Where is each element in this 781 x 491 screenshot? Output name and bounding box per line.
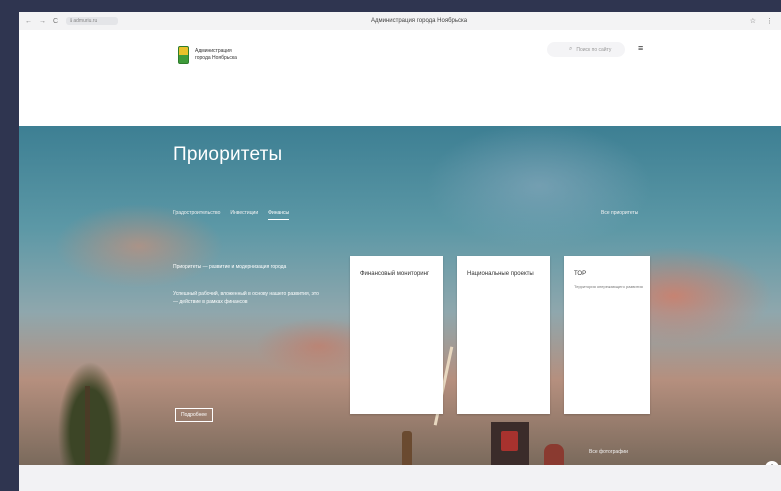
priorities-hero: Приоритеты Градостроительство Инвестиции… [19, 126, 781, 465]
tree-trunk [85, 386, 90, 465]
site-logo[interactable]: Администрация города Ноябрьска [178, 46, 237, 64]
statue-figure [402, 431, 412, 465]
logo-line-1: Администрация [195, 48, 232, 54]
card-subtitle: Территория опережающего развития [574, 284, 643, 289]
page-tab-title: Администрация города Ноябрьска [370, 18, 468, 24]
description-text: Успешный рабочий, вложенный в основу наш… [173, 291, 319, 305]
all-photos-link[interactable]: Все фотографии [589, 449, 628, 455]
people-silhouette [544, 444, 564, 465]
forward-icon[interactable]: → [39, 18, 46, 25]
monument-emblem [501, 431, 518, 451]
tree-silhouette [55, 356, 125, 465]
tab-investments[interactable]: Инвестиции [230, 210, 258, 220]
priority-tabs: Градостроительство Инвестиции Финансы [173, 210, 290, 220]
reload-icon[interactable]: C [53, 18, 58, 25]
footer-strip [19, 465, 781, 491]
card-title: Национальные проекты [467, 271, 534, 277]
more-button[interactable]: Подробнее [175, 408, 213, 422]
all-priorities-link[interactable]: Все приоритеты [601, 210, 638, 216]
city-emblem-icon [178, 46, 189, 64]
search-input[interactable]: ⌕ Поиск по сайту [547, 42, 625, 57]
tab-urban-planning[interactable]: Градостроительство [173, 210, 220, 220]
site-header: Администрация города Ноябрьска ⌕ Поиск п… [19, 30, 781, 126]
back-icon[interactable]: ← [25, 18, 32, 25]
browser-nav: ← → C [25, 18, 58, 25]
bookmark-star-icon[interactable]: ☆ [750, 17, 756, 25]
intro-text: Приоритеты — развитие и модернизация гор… [173, 264, 287, 270]
browser-toolbar: ← → C ℹ admuriu.ru Администрация города … [19, 12, 781, 31]
card-national-projects[interactable]: Национальные проекты [457, 256, 550, 414]
search-placeholder: Поиск по сайту [576, 46, 612, 53]
browser-actions: ☆ ⋮ [750, 17, 773, 25]
card-title: ТОР [574, 271, 587, 277]
logo-line-2: города Ноябрьска [195, 55, 237, 61]
hamburger-menu-icon[interactable]: ≡ [638, 43, 643, 53]
tab-finance[interactable]: Финансы [268, 210, 290, 220]
monument-block [491, 422, 529, 465]
page-title: Приоритеты [173, 144, 283, 165]
search-icon: ⌕ [569, 46, 573, 52]
browser-window: ← → C ℹ admuriu.ru Администрация города … [19, 12, 781, 491]
browser-menu-icon[interactable]: ⋮ [766, 17, 773, 25]
card-title: Финансовый мониторинг [360, 271, 430, 277]
card-tor[interactable]: ТОР Территория опережающего развития [564, 256, 650, 414]
address-bar[interactable]: ℹ admuriu.ru [66, 17, 119, 25]
card-financial-monitoring[interactable]: Финансовый мониторинг [350, 256, 443, 414]
logo-text: Администрация города Ноябрьска [195, 48, 237, 62]
